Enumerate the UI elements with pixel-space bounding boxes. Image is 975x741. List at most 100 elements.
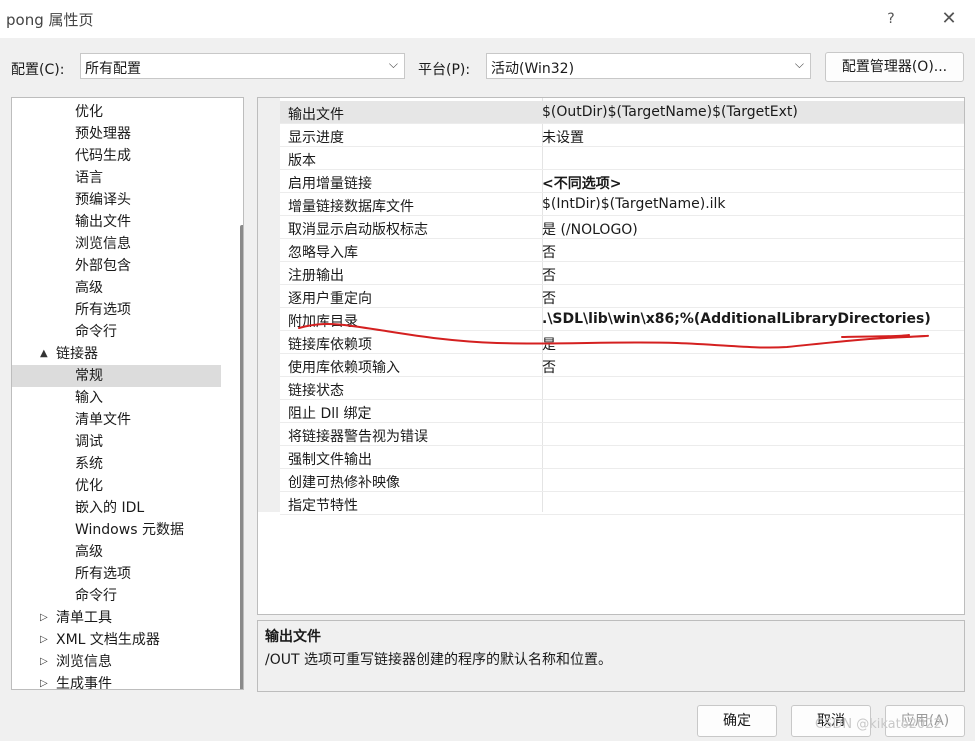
description-text: /OUT 选项可重写链接器创建的程序的默认名称和位置。 bbox=[265, 652, 612, 668]
property-row[interactable]: 取消显示启动版权标志 是 (/NOLOGO) bbox=[280, 216, 964, 239]
tree-item-label: 高级 bbox=[75, 280, 103, 296]
property-value[interactable]: 未设置 bbox=[542, 127, 584, 147]
property-row[interactable]: 使用库依赖项输入 否 bbox=[280, 354, 964, 377]
tree-item-label: 浏览信息 bbox=[75, 236, 131, 252]
expand-icon[interactable]: ▷ bbox=[40, 651, 48, 673]
tree-item[interactable]: 输入 bbox=[12, 387, 221, 409]
tree-item-label: 优化 bbox=[75, 104, 103, 120]
property-value[interactable]: 是 (/NOLOGO) bbox=[542, 219, 638, 239]
property-row[interactable]: 创建可热修补映像 bbox=[280, 469, 964, 492]
property-row[interactable]: 增量链接数据库文件 $(IntDir)$(TargetName).ilk bbox=[280, 193, 964, 216]
tree-item[interactable]: 代码生成 bbox=[12, 145, 221, 167]
property-name: 强制文件输出 bbox=[288, 452, 372, 468]
property-row[interactable]: 指定节特性 bbox=[280, 492, 964, 515]
tree-item[interactable]: 调试 bbox=[12, 431, 221, 453]
tree-item[interactable]: 高级 bbox=[12, 277, 221, 299]
collapse-icon[interactable]: ▲ bbox=[40, 343, 48, 365]
ok-button[interactable]: 确定 bbox=[697, 705, 777, 737]
tree-item-label: 输出文件 bbox=[75, 214, 131, 230]
property-value[interactable]: 否 bbox=[542, 357, 556, 377]
tree-item[interactable]: 所有选项 bbox=[12, 563, 221, 585]
grid-gutter bbox=[258, 98, 280, 512]
expand-icon[interactable]: ▷ bbox=[40, 673, 48, 689]
property-name: 版本 bbox=[288, 153, 316, 169]
property-value[interactable]: $(IntDir)$(TargetName).ilk bbox=[542, 196, 726, 212]
tree-item-label: 语言 bbox=[75, 170, 103, 186]
property-row[interactable]: 将链接器警告视为错误 bbox=[280, 423, 964, 446]
property-value[interactable]: 否 bbox=[542, 242, 556, 262]
category-tree: 优化 预处理器 代码生成 语言 预编译头 输出文件 浏览信息 外部包含 高级 所有选项 命令行 ▲ 链接… bbox=[11, 97, 244, 690]
property-row[interactable]: 版本 bbox=[280, 147, 964, 170]
property-grid: 输出文件 $(OutDir)$(TargetName)$(TargetExt) 显示… bbox=[257, 97, 965, 615]
tree-item[interactable]: ▷ XML 文档生成器 bbox=[12, 629, 221, 651]
platform-value: 活动(Win32) bbox=[491, 61, 575, 77]
property-name: 显示进度 bbox=[288, 130, 344, 146]
tree-item-label: 预处理器 bbox=[75, 126, 131, 142]
tree-item-label: 系统 bbox=[75, 456, 103, 472]
platform-select[interactable]: 活动(Win32) ⌵ bbox=[486, 53, 811, 79]
configuration-manager-button[interactable]: 配置管理器(O)... bbox=[825, 52, 964, 82]
property-row[interactable]: 启用增量链接 <不同选项> bbox=[280, 170, 964, 193]
tree-item-label: 清单文件 bbox=[75, 412, 131, 428]
property-value[interactable]: <不同选项> bbox=[542, 173, 621, 193]
tree-item-label: 生成事件 bbox=[56, 676, 112, 690]
tree-item-label: 命令行 bbox=[75, 588, 117, 604]
tree-item[interactable]: 优化 bbox=[12, 475, 221, 497]
close-icon[interactable]: ✕ bbox=[935, 6, 963, 32]
property-row[interactable]: 链接状态 bbox=[280, 377, 964, 400]
property-value[interactable]: 否 bbox=[542, 265, 556, 285]
property-row[interactable]: 忽略导入库 否 bbox=[280, 239, 964, 262]
tree-item[interactable]: ▷ 清单工具 bbox=[12, 607, 221, 629]
property-row[interactable]: 强制文件输出 bbox=[280, 446, 964, 469]
property-row[interactable]: 链接库依赖项 是 bbox=[280, 331, 964, 354]
property-row[interactable]: 输出文件 $(OutDir)$(TargetName)$(TargetExt) bbox=[280, 101, 964, 124]
property-name: 逐用户重定向 bbox=[288, 291, 372, 307]
property-row[interactable]: 显示进度 未设置 bbox=[280, 124, 964, 147]
tree-item-label: 高级 bbox=[75, 544, 103, 560]
tree-item-label: 优化 bbox=[75, 478, 103, 494]
tree-item[interactable]: 预处理器 bbox=[12, 123, 221, 145]
tree-item[interactable]: 常规 bbox=[12, 365, 221, 387]
property-row[interactable]: 逐用户重定向 否 bbox=[280, 285, 964, 308]
window-title: pong 属性页 bbox=[6, 11, 94, 29]
tree-item[interactable]: Windows 元数据 bbox=[12, 519, 221, 541]
tree-item[interactable]: 所有选项 bbox=[12, 299, 221, 321]
tree-item-label: Windows 元数据 bbox=[75, 522, 184, 538]
tree-item-label: 嵌入的 IDL bbox=[75, 500, 145, 516]
tree-item[interactable]: 语言 bbox=[12, 167, 221, 189]
tree-item-label: 所有选项 bbox=[75, 302, 131, 318]
tree-item[interactable]: 高级 bbox=[12, 541, 221, 563]
property-value[interactable]: 是 bbox=[542, 334, 556, 354]
expand-icon[interactable]: ▷ bbox=[40, 607, 48, 629]
tree-item[interactable]: ▲ 链接器 bbox=[12, 343, 221, 365]
expand-icon[interactable]: ▷ bbox=[40, 629, 48, 651]
tree-item[interactable]: ▷ 浏览信息 bbox=[12, 651, 221, 673]
property-name: 链接库依赖项 bbox=[288, 337, 372, 353]
help-icon[interactable]: ? bbox=[877, 6, 905, 32]
tree-item-label: XML 文档生成器 bbox=[56, 632, 160, 648]
configuration-select[interactable]: 所有配置 ⌵ bbox=[80, 53, 405, 79]
tree-scrollbar[interactable] bbox=[240, 225, 243, 689]
tree-item[interactable]: ▷ 生成事件 bbox=[12, 673, 221, 690]
tree-item[interactable]: 系统 bbox=[12, 453, 221, 475]
tree-item-label: 命令行 bbox=[75, 324, 117, 340]
tree-item[interactable]: 命令行 bbox=[12, 585, 221, 607]
tree-item-label: 外部包含 bbox=[75, 258, 131, 274]
tree-item[interactable]: 优化 bbox=[12, 101, 221, 123]
property-row[interactable]: 阻止 Dll 绑定 bbox=[280, 400, 964, 423]
tree-item[interactable]: 预编译头 bbox=[12, 189, 221, 211]
property-row[interactable]: 注册输出 否 bbox=[280, 262, 964, 285]
tree-item[interactable]: 外部包含 bbox=[12, 255, 221, 277]
tree-item[interactable]: 命令行 bbox=[12, 321, 221, 343]
property-value[interactable]: $(OutDir)$(TargetName)$(TargetExt) bbox=[542, 104, 798, 120]
property-value[interactable]: .\SDL\lib\win\x86;%(AdditionalLibraryDir… bbox=[542, 311, 931, 327]
property-value[interactable]: 否 bbox=[542, 288, 556, 308]
tree-item-label: 调试 bbox=[75, 434, 103, 450]
platform-label: 平台(P): bbox=[418, 62, 471, 78]
property-row[interactable]: 附加库目录 .\SDL\lib\win\x86;%(AdditionalLibra… bbox=[280, 308, 964, 331]
tree-item-label: 输入 bbox=[75, 390, 103, 406]
tree-item[interactable]: 输出文件 bbox=[12, 211, 221, 233]
tree-item[interactable]: 嵌入的 IDL bbox=[12, 497, 221, 519]
tree-item[interactable]: 浏览信息 bbox=[12, 233, 221, 255]
tree-item[interactable]: 清单文件 bbox=[12, 409, 221, 431]
